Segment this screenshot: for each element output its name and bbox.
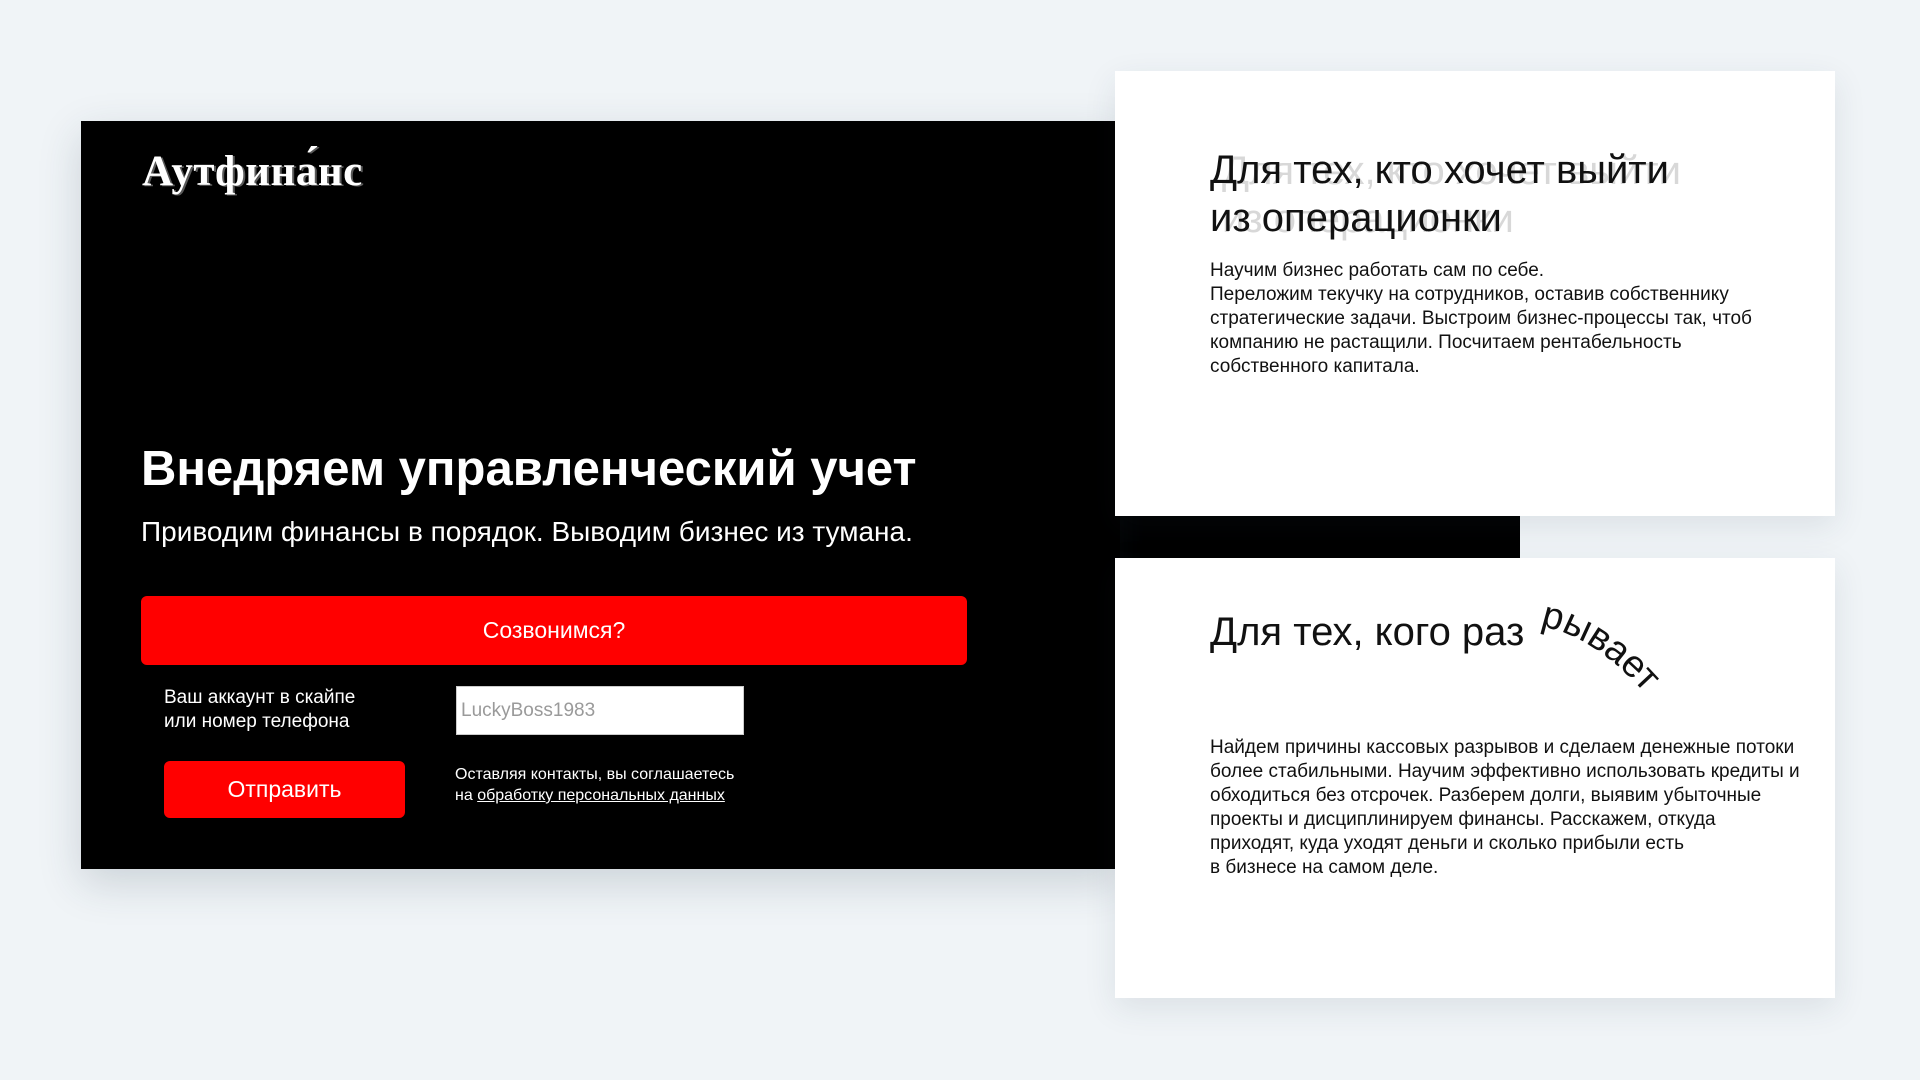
- card-cash-gaps: Для тех, кого раз рывает Найдем причины …: [1115, 558, 1835, 998]
- card-operations-paragraph1: Научим бизнес работать сам по себе.: [1210, 260, 1545, 281]
- card-operations-title-line1: Для тех, кто хочет выйти: [1210, 148, 1669, 192]
- contact-label-line2: или номер телефона: [164, 711, 350, 732]
- card-cash-gaps-paragraph2: в бизнесе на самом деле.: [1210, 857, 1439, 878]
- privacy-policy-link[interactable]: обработку персональных данных: [477, 787, 725, 804]
- card-cash-gaps-title-curved: рывает: [1538, 594, 1669, 699]
- card-cash-gaps-text: Найдем причины кассовых разрывов и сдела…: [1210, 736, 1800, 880]
- logo: Аутфина́нс: [142, 148, 363, 195]
- card-cash-gaps-title-curve: рывает: [1538, 594, 1669, 699]
- card-operations: Для тех, кто хочет выйти из операционки Д…: [1115, 71, 1835, 516]
- card-cash-gaps-paragraph1: Найдем причины кассовых разрывов и сдела…: [1210, 737, 1800, 854]
- consent-line1: Оставляя контакты, вы соглашаетесь: [455, 766, 735, 783]
- card-cash-gaps-title: Для тех, кого раз рывает: [1210, 594, 1810, 728]
- contact-field-label: Ваш аккаунт в скайпе или номер телефона: [164, 686, 424, 734]
- hero-title: Внедряем управленческий учет: [141, 442, 917, 496]
- send-button[interactable]: Отправить: [164, 761, 405, 818]
- hero-background-strip: [1080, 510, 1520, 558]
- card-operations-title-block: Для тех, кто хочет выйти из операционки Д…: [1210, 146, 1770, 242]
- card-operations-text: Научим бизнес работать сам по себе. Пере…: [1210, 259, 1800, 379]
- card-operations-title-line2: из операционки: [1210, 196, 1502, 240]
- hero-subtitle: Приводим финансы в порядок. Выводим бизн…: [141, 516, 913, 547]
- consent-text: Оставляя контакты, вы соглашаетесь на об…: [455, 764, 815, 806]
- call-me-button[interactable]: Созвонимся?: [141, 596, 967, 665]
- consent-prefix: на: [455, 787, 478, 804]
- hero-section: Аутфина́нс Внедряем управленческий учет …: [81, 121, 1120, 869]
- contact-label-line1: Ваш аккаунт в скайпе: [164, 687, 356, 708]
- card-operations-title: Для тех, кто хочет выйти из операционки: [1210, 146, 1770, 242]
- contact-input[interactable]: [456, 686, 744, 735]
- card-operations-paragraph2: Переложим текучку на сотрудников, остави…: [1210, 284, 1752, 377]
